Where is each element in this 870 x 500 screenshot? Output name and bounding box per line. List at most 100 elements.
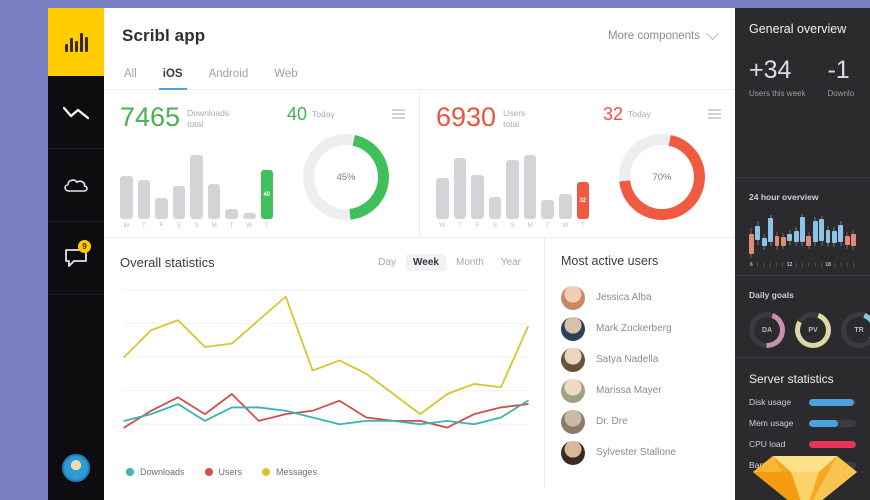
axis-tick: ❘ [806,262,811,268]
statistics-header: Overall statistics Day Week Month Year [104,238,544,279]
bar-day-label: F [475,222,480,229]
downloads-today-header: 40 Today [287,104,405,125]
bar-day-label: M [527,222,533,229]
users-today-header: 32 Today [603,104,721,125]
candlestick [755,212,761,260]
sidebar-item-analytics[interactable] [48,76,104,149]
server-stat-row: Disk usage [749,397,856,407]
bar-column: F [155,198,168,229]
bar [436,178,449,219]
bar-value-label: 32 [579,197,587,204]
hamburger-icon[interactable] [392,104,405,119]
messages-badge: 9 [78,240,91,253]
platform-tabs: All iOS Android Web [104,64,735,90]
user-name: Dr. Dre [596,416,628,427]
bar-column: W [436,178,449,229]
hourly-overview-title: 24 hour overview [749,192,819,202]
overview-downloads-value: -1 [827,56,850,84]
bar [225,209,238,219]
candlestick-body [831,231,837,243]
bar-day-label: F [159,222,164,229]
range-tab-week[interactable]: Week [406,254,446,271]
tab-all[interactable]: All [122,64,139,89]
app-logo[interactable] [48,8,104,76]
hamburger-icon[interactable] [708,104,721,119]
axis-tick: ❘ [832,262,837,268]
tab-android[interactable]: Android [207,64,251,89]
bar: 40 [260,170,274,219]
candlestick [806,212,812,260]
users-total-label: Users total [503,104,525,129]
most-active-users-pane: Most active users Jessica Alba Mark Zucke… [545,238,735,489]
legend-item-users: Users [204,467,242,477]
legend-swatch-messages [262,468,271,476]
avatar[interactable] [62,454,90,482]
server-stat-label: Disk usage [749,397,792,407]
axis-tick: ❘ [813,262,818,268]
bar-day-label: W [123,222,130,229]
overview-metric-users: +34 Users this week [749,58,805,99]
candlestick-body [793,231,799,242]
main-panel: Scribl app More components All iOS Andro… [104,8,735,500]
axis-tick: ❘ [800,262,805,268]
goal-label: PV [800,317,826,343]
tab-ios[interactable]: iOS [158,64,187,90]
legend-swatch-downloads [126,468,134,476]
downloads-summary: 7465 Downloads total W T F S S M T W 40 T [104,90,283,237]
candlestick [838,212,844,260]
axis-tick: ❘ [761,262,767,268]
sidebar-item-messages[interactable]: 9 [48,222,104,295]
bar-column: W [120,176,133,229]
users-summary: 6930 Users total W T F S S M T W 32 T [420,90,599,237]
candlestick-chart [749,212,856,260]
overview-metrics: +34 Users this week -1 Downlo [749,56,856,99]
candlestick [793,212,799,260]
users-today-value: 32 [603,104,624,124]
bar [488,197,502,219]
bar-column: S [488,197,502,229]
tab-web[interactable]: Web [272,64,299,89]
bar [506,160,519,219]
right-dark-panel: General overview +34 Users this week -1 … [735,8,870,500]
list-item[interactable]: Satya Nadella [561,344,721,375]
sidebar-item-cloud[interactable] [48,149,104,222]
downloads-label-line1: Downloads [187,108,230,118]
candlestick [787,212,793,260]
candlestick-body [761,238,767,246]
bar-column: 40 T [260,170,274,229]
list-item[interactable]: Sylvester Stallone [561,437,721,468]
page-title: Scribl app [122,26,206,45]
more-components-label: More components [607,30,700,42]
hourly-overview-section: 24 hour overview 6 ❘ ❘ ❘ ❘ ❘ 12 ❘ ❘ ❘ ❘ ❘ 18 ❘ ❘ ❘ ❘ [735,178,870,276]
candlestick [761,212,767,260]
candlestick-body [774,236,780,246]
users-today-label: Today [628,109,651,119]
avatar [561,440,585,465]
candlestick [800,212,805,260]
axis-tick: 18 [825,262,831,268]
overview-metric-downloads: -1 Downlo [827,56,855,99]
range-tab-month[interactable]: Month [449,254,491,271]
bar-chart-icon [64,32,88,52]
bar-column: S [506,160,519,229]
downloads-today-label: Today [312,109,335,119]
bar-column: 32 T [576,182,590,229]
range-tab-day[interactable]: Day [371,254,403,271]
server-stat-track [809,419,856,427]
more-components-button[interactable]: More components [607,26,719,42]
user-name: Jessica Alba [596,292,652,303]
overview-downloads-label: Downlo [827,89,855,98]
bar-day-label: W [246,222,253,229]
list-item[interactable]: Marissa Mayer [561,375,721,406]
downloads-today-value: 40 [287,104,308,124]
list-item[interactable]: Dr. Dre [561,406,721,437]
series-line [124,401,528,425]
dashboard-screenshot: 9 Scribl app More components All iOS And… [0,0,870,500]
list-item[interactable]: Mark Zuckerberg [561,313,721,344]
range-tab-year[interactable]: Year [494,254,528,271]
list-item[interactable]: Jessica Alba [561,282,721,313]
bar-day-label: T [457,222,462,229]
bar-day-label: S [510,222,515,229]
server-stat-row: Mem usage [749,418,856,428]
users-total-block: 6930 Users total [436,104,589,131]
